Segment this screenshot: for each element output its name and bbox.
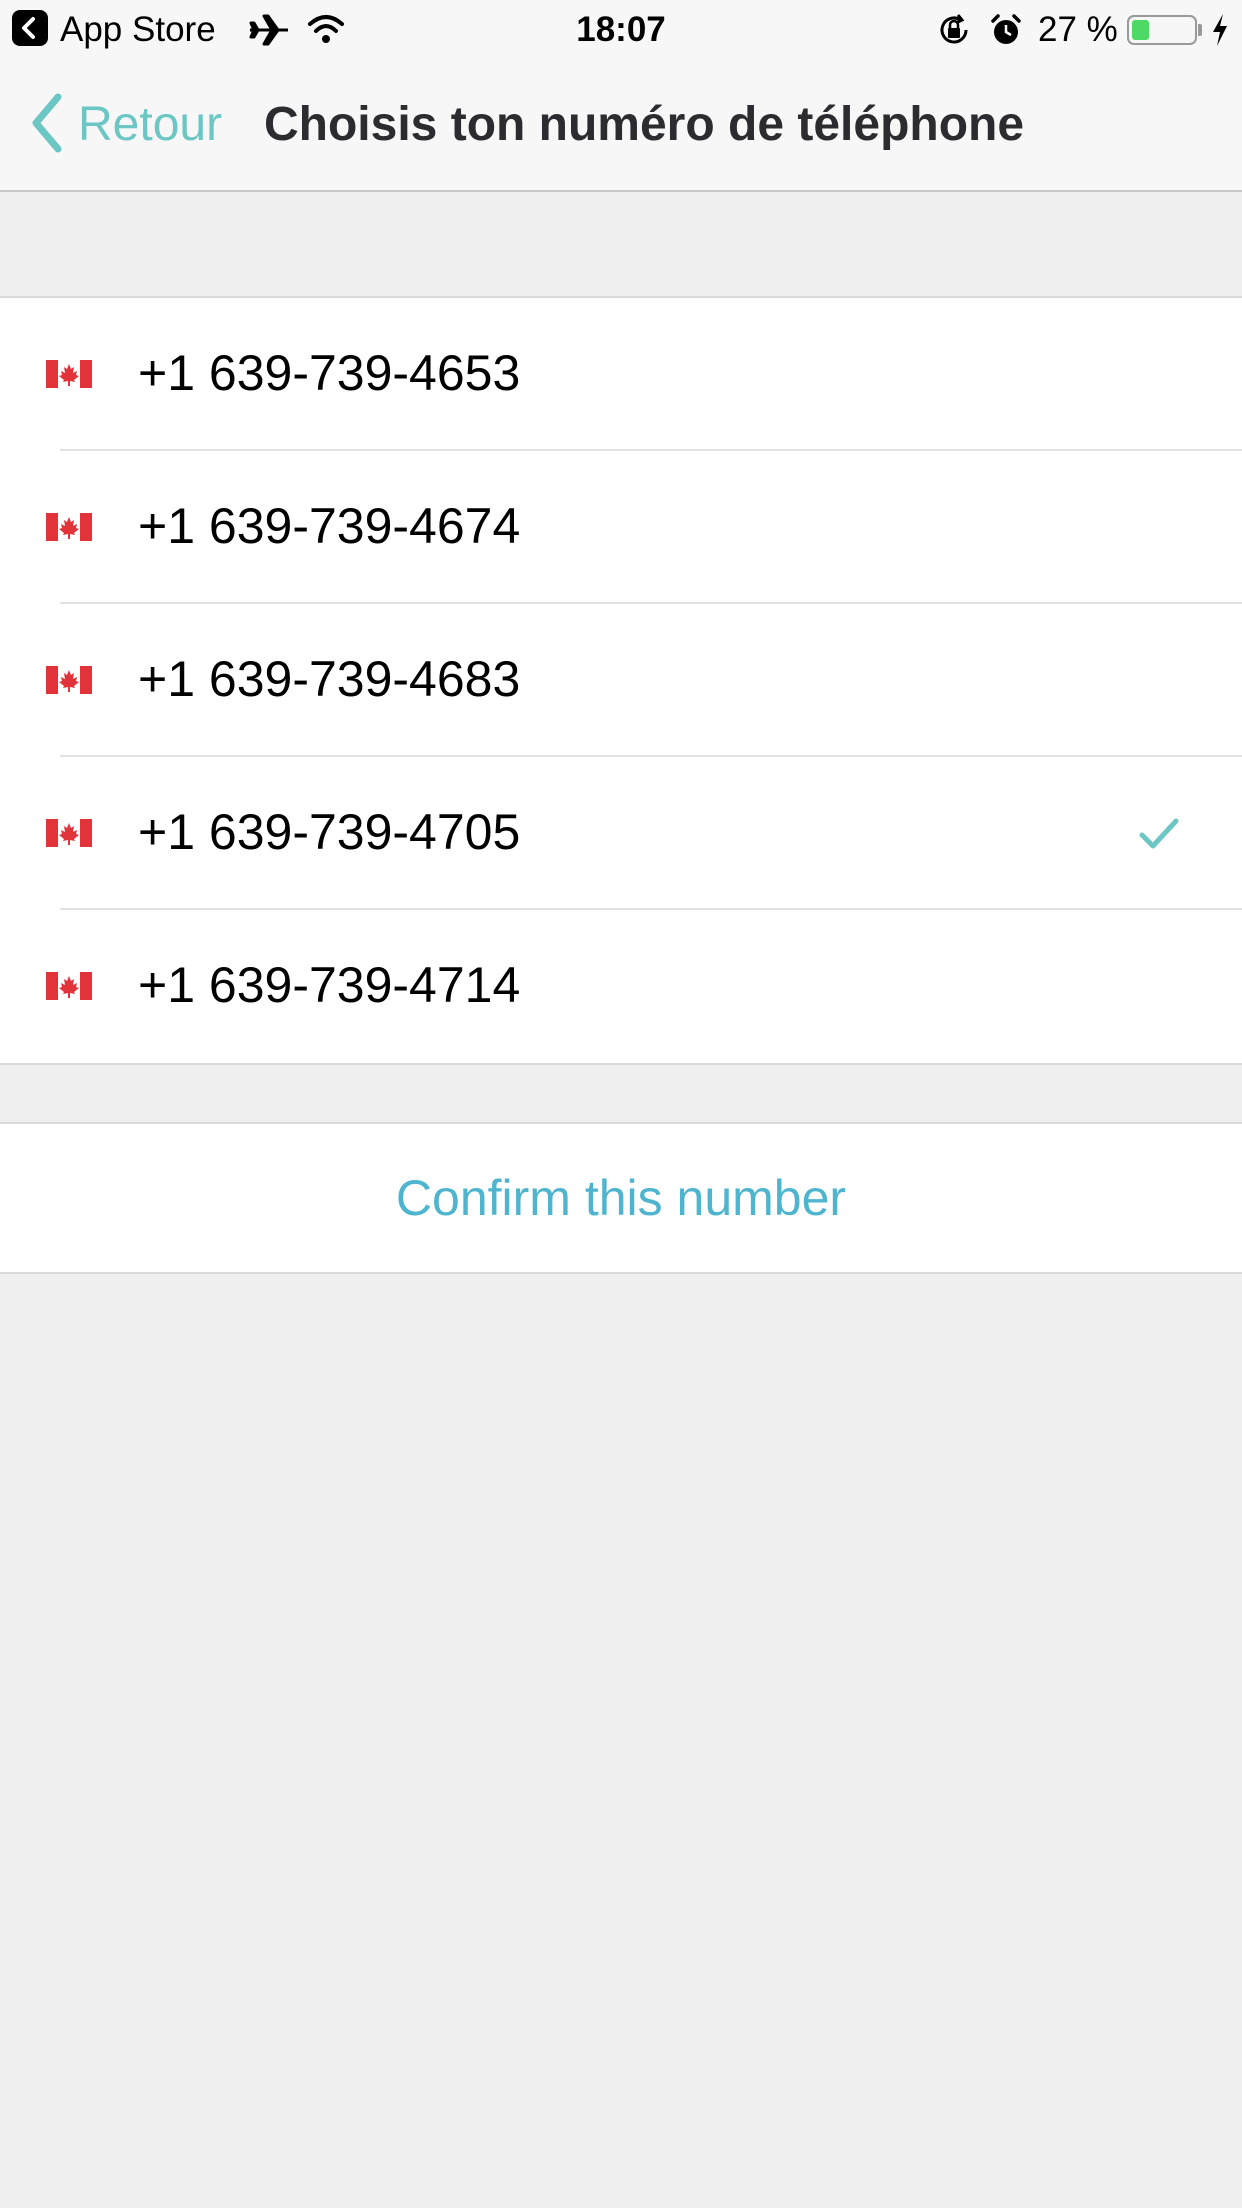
back-button[interactable]: Retour <box>30 90 222 160</box>
phone-number-row[interactable]: +1 639-739-4705 <box>0 757 1242 910</box>
phone-number-text: +1 639-739-4653 <box>138 345 521 401</box>
phone-number-text: +1 639-739-4705 <box>138 804 521 860</box>
phone-number-text: +1 639-739-4674 <box>138 498 521 554</box>
canada-flag-icon <box>46 360 92 388</box>
status-bar: App Store 18:07 27 % <box>0 0 1242 60</box>
page-title: Choisis ton numéro de téléphone <box>264 98 1025 151</box>
phone-number-row[interactable]: +1 639-739-4714 <box>0 910 1242 1063</box>
checkmark-icon <box>1138 813 1180 858</box>
battery-cap <box>1198 24 1202 36</box>
phone-number-text: +1 639-739-4683 <box>138 651 521 707</box>
canada-flag-icon <box>46 513 92 541</box>
alarm-icon <box>988 12 1024 53</box>
phone-number-row[interactable]: +1 639-739-4653 <box>0 298 1242 451</box>
back-button-label: Retour <box>78 98 223 151</box>
phone-number-list: +1 639-739-4653 +1 639-739-4674 +1 639-7… <box>0 296 1242 1065</box>
canada-flag-icon <box>46 819 92 847</box>
battery-icon <box>1127 15 1197 45</box>
battery-percent: 27 % <box>1038 10 1118 49</box>
canada-flag-icon <box>46 972 92 1000</box>
battery-level-fill <box>1132 20 1149 40</box>
orientation-lock-icon <box>936 12 972 53</box>
phone-number-text: +1 639-739-4714 <box>138 957 521 1013</box>
phone-number-row[interactable]: +1 639-739-4683 <box>0 604 1242 757</box>
confirm-number-label: Confirm this number <box>395 1170 847 1226</box>
canada-flag-icon <box>46 666 92 694</box>
chevron-left-icon <box>30 93 64 158</box>
navigation-bar: Retour Choisis ton numéro de téléphone <box>0 60 1242 192</box>
charging-bolt-icon <box>1210 12 1230 53</box>
confirm-number-button[interactable]: Confirm this number <box>0 1122 1242 1274</box>
phone-number-row[interactable]: +1 639-739-4674 <box>0 451 1242 604</box>
